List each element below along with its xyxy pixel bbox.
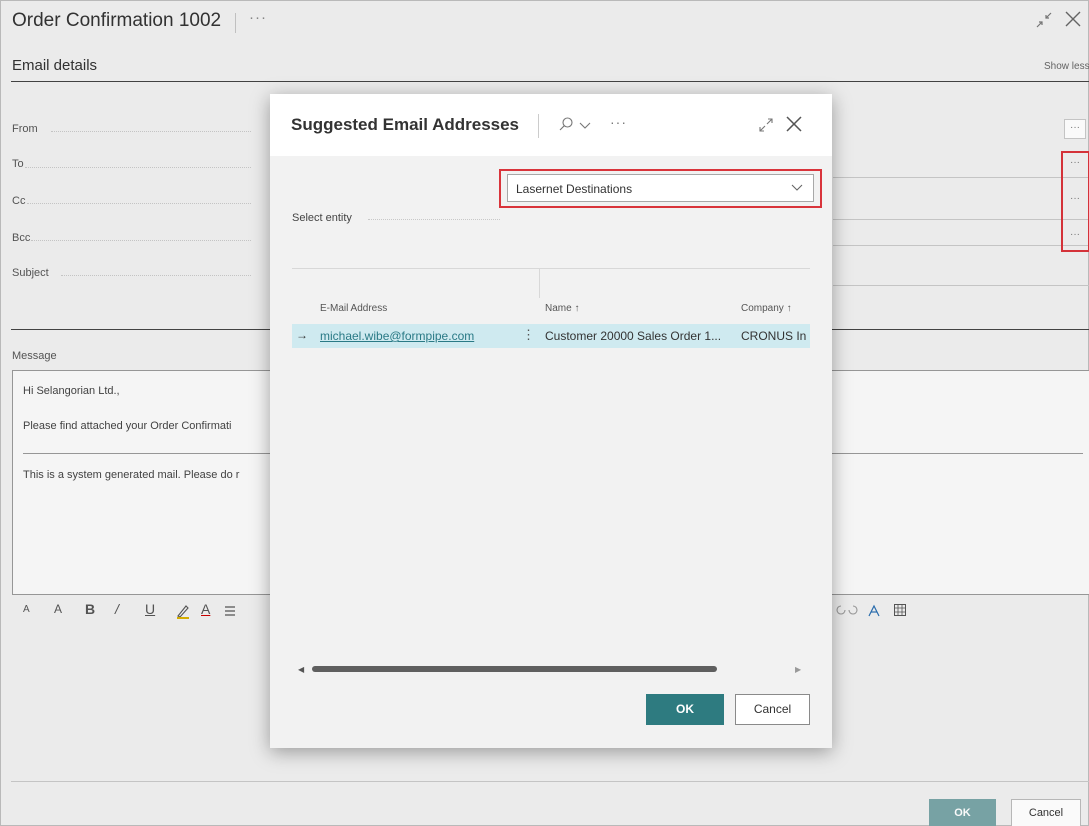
email-link[interactable]: michael.wibe@formpipe.com: [320, 329, 474, 343]
close-icon[interactable]: [784, 114, 804, 134]
column-header-company[interactable]: Company ↑: [741, 303, 792, 314]
scroll-left-icon[interactable]: ◀: [298, 665, 304, 674]
dialog-title-separator: [538, 114, 539, 138]
grid-top-border: [292, 268, 810, 269]
scrollbar-thumb[interactable]: [312, 666, 717, 672]
dialog-body: [270, 156, 832, 748]
horizontal-scrollbar[interactable]: ◀ ▶: [292, 664, 810, 674]
chevron-down-icon[interactable]: [579, 120, 591, 130]
scroll-right-icon[interactable]: ▶: [795, 665, 801, 674]
row-company: CRONUS In: [741, 329, 807, 343]
dialog-ok-button[interactable]: OK: [646, 694, 724, 725]
row-name: Customer 20000 Sales Order 1...: [545, 329, 722, 343]
column-header-name[interactable]: Name ↑: [545, 303, 579, 314]
select-entity-dots: [368, 219, 500, 220]
dialog-cancel-button[interactable]: Cancel: [735, 694, 810, 725]
expand-icon[interactable]: [757, 116, 775, 134]
suggested-email-dialog: Suggested Email Addresses ··· Select ent…: [270, 94, 832, 748]
row-actions-button[interactable]: ⋮: [522, 327, 535, 343]
search-icon[interactable]: [558, 116, 574, 132]
dialog-more-button[interactable]: ···: [610, 114, 627, 130]
select-entity-label: Select entity: [292, 212, 352, 224]
entity-select-highlight: [499, 169, 822, 208]
dialog-title: Suggested Email Addresses: [291, 115, 520, 134]
dialog-header: Suggested Email Addresses ···: [270, 94, 832, 156]
row-selected-arrow-icon: →: [296, 328, 308, 342]
table-row[interactable]: → michael.wibe@formpipe.com ⋮ Customer 2…: [292, 324, 810, 348]
grid-column-divider: [539, 268, 540, 298]
column-header-email[interactable]: E-Mail Address: [320, 303, 387, 314]
